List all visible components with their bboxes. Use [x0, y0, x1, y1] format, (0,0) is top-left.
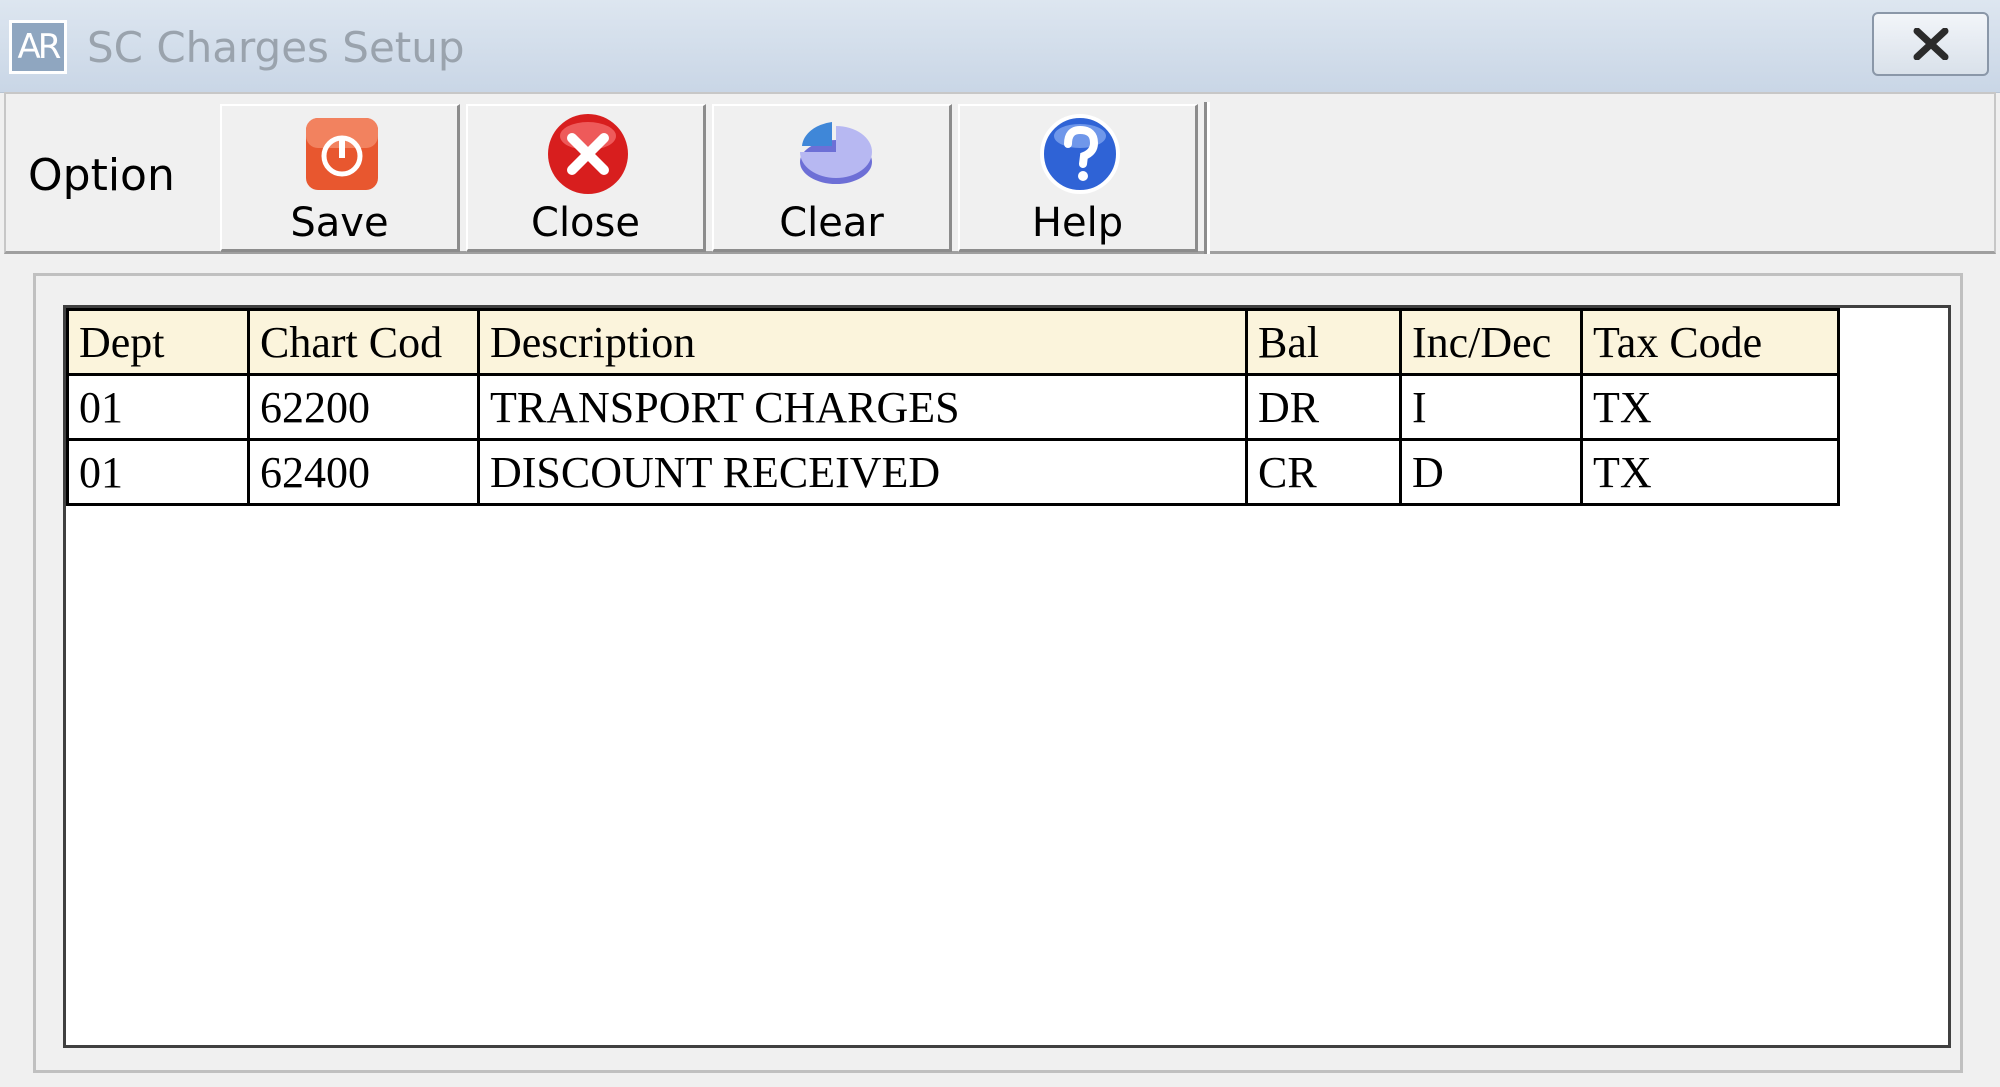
- cell-inc-dec[interactable]: I: [1399, 373, 1583, 441]
- pie-clear-icon: [800, 122, 872, 184]
- cell-description[interactable]: DISCOUNT RECEIVED: [477, 438, 1248, 506]
- table-row[interactable]: 01 62400 DISCOUNT RECEIVED CR D TX: [66, 438, 1840, 506]
- clear-label: Clear: [779, 200, 884, 246]
- charges-table: Dept Chart Cod Description Bal Inc/Dec T…: [66, 308, 1840, 506]
- cell-tax-code[interactable]: TX: [1580, 373, 1840, 441]
- close-label: Close: [531, 200, 640, 246]
- title-bar: AR SC Charges Setup: [0, 0, 2000, 93]
- help-button[interactable]: Help: [958, 104, 1198, 252]
- column-header-inc-dec[interactable]: Inc/Dec: [1399, 308, 1583, 376]
- cell-bal[interactable]: DR: [1245, 373, 1402, 441]
- toolbar-divider: [1204, 102, 1207, 254]
- app-icon: AR: [9, 20, 67, 74]
- clear-button[interactable]: Clear: [712, 104, 952, 252]
- help-label: Help: [1031, 200, 1124, 246]
- header-row: Dept Chart Cod Description Bal Inc/Dec T…: [66, 308, 1840, 376]
- column-header-tax-code[interactable]: Tax Code: [1580, 308, 1840, 376]
- cell-bal[interactable]: CR: [1245, 438, 1402, 506]
- charges-grid[interactable]: Dept Chart Cod Description Bal Inc/Dec T…: [63, 305, 1951, 1048]
- cell-dept[interactable]: 01: [66, 438, 250, 506]
- close-icon: [1913, 28, 1948, 60]
- cell-tax-code[interactable]: TX: [1580, 438, 1840, 506]
- toolbar: Option Save Close Clear Help: [4, 92, 1996, 254]
- power-save-icon: [306, 118, 378, 190]
- save-label: Save: [290, 200, 389, 246]
- cell-dept[interactable]: 01: [66, 373, 250, 441]
- column-header-chart-code[interactable]: Chart Cod: [247, 308, 480, 376]
- column-header-description[interactable]: Description: [477, 308, 1248, 376]
- window-title: SC Charges Setup: [87, 23, 465, 72]
- column-header-bal[interactable]: Bal: [1245, 308, 1402, 376]
- cell-inc-dec[interactable]: D: [1399, 438, 1583, 506]
- cell-chart-code[interactable]: 62400: [247, 438, 480, 506]
- window-close-button[interactable]: [1872, 12, 1989, 76]
- cell-description[interactable]: TRANSPORT CHARGES: [477, 373, 1248, 441]
- cell-chart-code[interactable]: 62200: [247, 373, 480, 441]
- question-help-icon: [1040, 114, 1120, 194]
- option-label: Option: [28, 150, 175, 201]
- close-button[interactable]: Close: [466, 104, 706, 252]
- column-header-dept[interactable]: Dept: [66, 308, 250, 376]
- red-x-close-icon: [548, 114, 628, 194]
- table-row[interactable]: 01 62200 TRANSPORT CHARGES DR I TX: [66, 373, 1840, 441]
- save-button[interactable]: Save: [220, 104, 460, 252]
